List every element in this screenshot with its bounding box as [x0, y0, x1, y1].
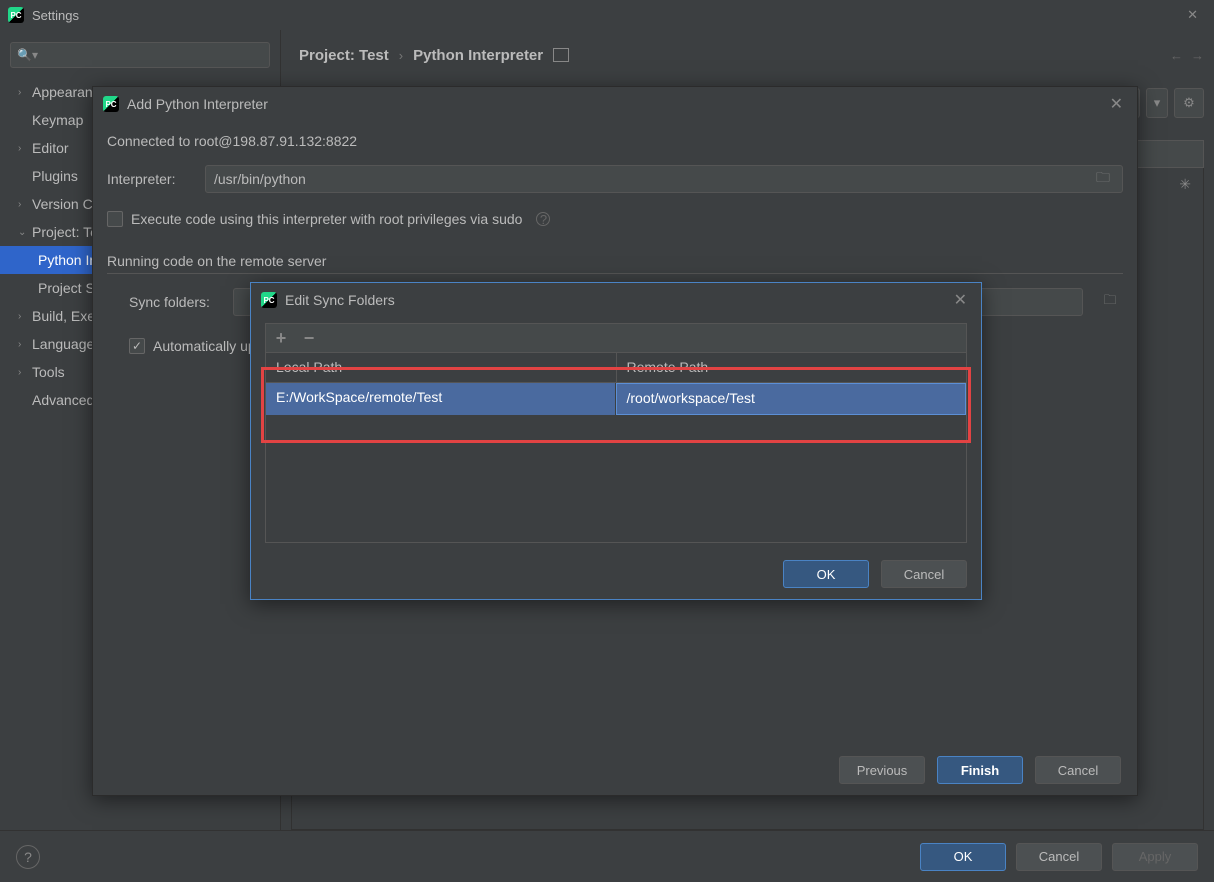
interpreter-input[interactable]: /usr/bin/python 🗀: [205, 165, 1123, 193]
sync-table: Local Path Remote Path E:/WorkSpace/remo…: [265, 353, 967, 543]
dialog-title-bar: PC Add Python Interpreter ✕: [93, 87, 1137, 121]
pycharm-icon: PC: [261, 292, 277, 308]
header-local-path: Local Path: [266, 353, 617, 382]
cell-remote-path[interactable]: /root/workspace/Test: [616, 383, 967, 415]
close-icon[interactable]: ✕: [1106, 90, 1127, 118]
table-row[interactable]: E:/WorkSpace/remote/Test /root/workspace…: [266, 383, 966, 415]
previous-button[interactable]: Previous: [839, 756, 925, 784]
ok-button[interactable]: OK: [783, 560, 869, 588]
folder-icon[interactable]: 🗀: [1092, 167, 1114, 191]
nav-forward-icon[interactable]: →: [1191, 48, 1204, 63]
interpreter-label: Interpreter:: [107, 171, 195, 187]
chevron-down-icon[interactable]: ▾: [1146, 88, 1168, 118]
dialog-body: + − Local Path Remote Path E:/WorkSpace/…: [251, 317, 981, 549]
cancel-button[interactable]: Cancel: [881, 560, 967, 588]
breadcrumb: Project: Test › Python Interpreter ← →: [291, 30, 1204, 80]
add-button[interactable]: +: [272, 328, 290, 349]
dialog-title: Add Python Interpreter: [127, 96, 268, 112]
search-icon: 🔍▾: [17, 48, 38, 62]
window-title: Settings: [32, 8, 79, 23]
nav-back-icon[interactable]: ←: [1170, 48, 1183, 63]
sudo-label: Execute code using this interpreter with…: [131, 211, 522, 227]
cancel-button[interactable]: Cancel: [1016, 843, 1102, 871]
dialog-title-bar: PC Edit Sync Folders ✕: [251, 283, 981, 317]
folder-icon[interactable]: 🗀: [1097, 291, 1123, 313]
dialog-title: Edit Sync Folders: [285, 292, 395, 308]
close-icon[interactable]: ✕: [1179, 3, 1206, 27]
gear-icon[interactable]: ⚙: [1174, 88, 1204, 118]
auto-upload-checkbox[interactable]: [129, 338, 145, 354]
pycharm-icon: PC: [103, 96, 119, 112]
sync-label: Sync folders:: [129, 294, 219, 310]
remove-button[interactable]: −: [300, 328, 318, 349]
cell-local-path[interactable]: E:/WorkSpace/remote/Test: [266, 383, 616, 415]
help-icon[interactable]: ?: [16, 845, 40, 869]
finish-button[interactable]: Finish: [937, 756, 1023, 784]
settings-footer: ? OK Cancel Apply: [0, 830, 1214, 882]
dialog-footer: Previous Finish Cancel: [93, 745, 1137, 795]
search-input[interactable]: 🔍▾: [10, 42, 270, 68]
section-heading: Running code on the remote server: [107, 253, 1123, 269]
breadcrumb-page: Python Interpreter: [413, 47, 543, 64]
sudo-checkbox[interactable]: [107, 211, 123, 227]
section-divider: [107, 273, 1123, 274]
help-icon[interactable]: ?: [536, 212, 550, 226]
nav-arrows: ← →: [1170, 48, 1204, 63]
loading-spinner-icon: ✳: [1179, 176, 1191, 193]
interpreter-field-row: Interpreter: /usr/bin/python 🗀: [107, 165, 1123, 193]
breadcrumb-project: Project: Test: [299, 47, 389, 64]
edit-sync-folders-dialog: PC Edit Sync Folders ✕ + − Local Path Re…: [250, 282, 982, 600]
apply-button[interactable]: Apply: [1112, 843, 1198, 871]
dialog-footer: OK Cancel: [251, 549, 981, 599]
title-bar: PC Settings ✕: [0, 0, 1214, 30]
connected-label: Connected to root@198.87.91.132:8822: [107, 133, 1123, 149]
close-icon[interactable]: ✕: [950, 286, 971, 314]
scope-badge-icon: [553, 48, 569, 62]
breadcrumb-sep: ›: [399, 48, 403, 63]
sudo-checkbox-row: Execute code using this interpreter with…: [107, 211, 1123, 227]
ok-button[interactable]: OK: [920, 843, 1006, 871]
sync-toolbar: + −: [265, 323, 967, 353]
cancel-button[interactable]: Cancel: [1035, 756, 1121, 784]
table-header: Local Path Remote Path: [266, 353, 966, 383]
pycharm-icon: PC: [8, 7, 24, 23]
header-remote-path: Remote Path: [617, 353, 967, 382]
